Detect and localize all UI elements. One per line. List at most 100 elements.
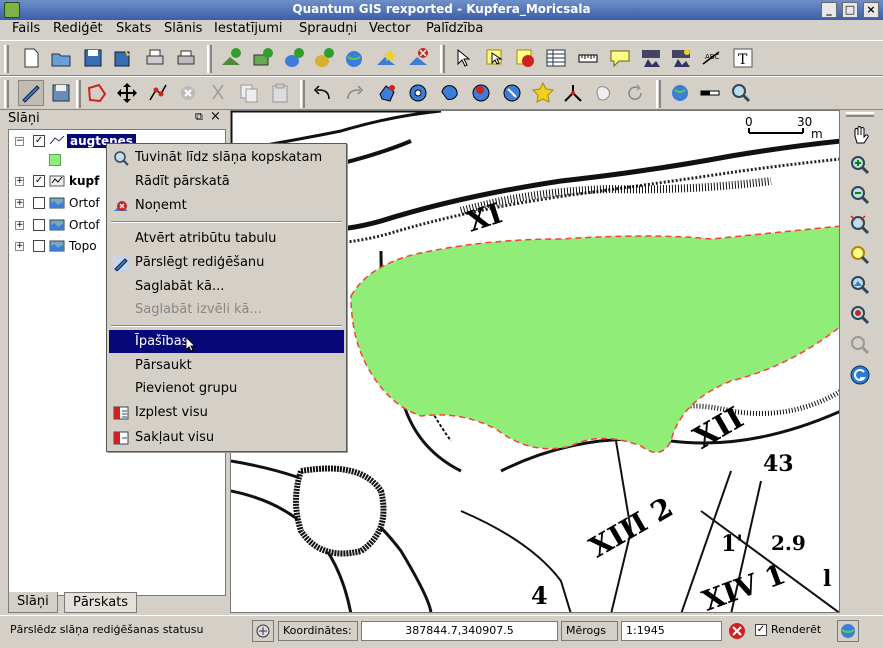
projection-icon[interactable] xyxy=(837,620,859,642)
menu-item-collapse-all[interactable]: Sakļaut visu xyxy=(109,426,344,449)
save-project-icon[interactable] xyxy=(80,45,106,71)
tab-layers[interactable]: Slāņi xyxy=(8,592,58,613)
deselect-icon[interactable] xyxy=(512,45,538,71)
menu-item-add-group[interactable]: Pievienot grupu xyxy=(109,377,344,400)
zoom-actual-icon[interactable] xyxy=(847,332,873,358)
tab-overview[interactable]: Pārskats xyxy=(64,592,138,613)
text-annotation-icon[interactable]: T xyxy=(730,45,756,71)
toolbar-grip[interactable] xyxy=(4,45,9,73)
window-titlebar[interactable]: Quantum GIS rexported - Kupfera_Moricsal… xyxy=(0,0,883,20)
delete-ring-icon[interactable] xyxy=(468,80,494,106)
node-tool-icon[interactable] xyxy=(145,80,171,106)
map-navigation-icon[interactable] xyxy=(667,80,693,106)
open-table-icon[interactable] xyxy=(543,45,569,71)
menu-iestatijumi[interactable]: Iestatījumi xyxy=(212,21,285,36)
select-icon[interactable] xyxy=(482,45,508,71)
add-vector-layer-icon[interactable] xyxy=(218,45,244,71)
coordinate-toggle-icon[interactable] xyxy=(252,620,274,642)
toolbar-grip[interactable] xyxy=(656,80,661,108)
menu-item-save-as[interactable]: Saglabāt kā... xyxy=(109,275,344,298)
layer-visibility-checkbox[interactable]: ✓ xyxy=(33,175,45,187)
measure-icon[interactable] xyxy=(575,45,601,71)
undo-icon[interactable] xyxy=(310,80,336,106)
menu-fails[interactable]: Fails xyxy=(10,21,42,36)
minimize-icon[interactable]: _ xyxy=(821,2,837,18)
menu-item-rename[interactable]: Pārsaukt xyxy=(109,354,344,377)
remove-layer-icon[interactable] xyxy=(405,45,431,71)
print-icon[interactable] xyxy=(173,45,199,71)
menu-slanis[interactable]: Slānis xyxy=(162,21,204,36)
pan-icon[interactable] xyxy=(847,122,873,148)
zoom-tool-icon[interactable] xyxy=(728,80,754,106)
add-wms-layer-icon[interactable] xyxy=(342,45,368,71)
scale-field[interactable]: 1:1945 xyxy=(621,621,722,641)
toggle-editing-icon[interactable] xyxy=(18,80,44,106)
zoom-last-icon[interactable] xyxy=(847,302,873,328)
zoom-in-icon[interactable] xyxy=(847,152,873,178)
move-feature-icon[interactable] xyxy=(114,80,140,106)
close-panel-icon[interactable]: × xyxy=(210,109,221,124)
redo-icon[interactable] xyxy=(341,80,367,106)
collapse-icon[interactable]: − xyxy=(15,137,24,146)
expand-icon[interactable]: + xyxy=(15,199,24,208)
identify-icon[interactable] xyxy=(452,45,478,71)
zoom-layer-icon[interactable] xyxy=(847,272,873,298)
menu-item-remove[interactable]: Noņemt xyxy=(109,194,344,217)
new-vector-layer-icon[interactable] xyxy=(373,45,399,71)
add-ring-icon[interactable] xyxy=(405,80,431,106)
menu-palidziba[interactable]: Palīdzība xyxy=(424,21,485,36)
float-panel-icon[interactable]: ⧉ xyxy=(195,110,203,124)
save-as-icon[interactable] xyxy=(110,45,136,71)
render-checkbox[interactable]: ✓ xyxy=(755,624,767,636)
toolbar-grip[interactable] xyxy=(846,112,874,117)
coordinates-field[interactable]: 387844.7,340907.5 xyxy=(361,621,558,641)
zoom-full-icon[interactable] xyxy=(847,212,873,238)
menu-skats[interactable]: Skats xyxy=(114,21,153,36)
new-bookmark-icon[interactable] xyxy=(668,45,694,71)
paste-features-icon[interactable] xyxy=(267,80,293,106)
cut-features-icon[interactable] xyxy=(205,80,231,106)
split-features-icon[interactable] xyxy=(560,80,586,106)
expand-icon[interactable]: + xyxy=(15,177,24,186)
copy-features-icon[interactable] xyxy=(236,80,262,106)
add-postgis-layer-icon[interactable] xyxy=(281,45,307,71)
menu-item-save-selection-as[interactable]: Saglabāt izvēli kā... xyxy=(109,298,344,321)
stop-render-icon[interactable] xyxy=(727,621,747,641)
expand-icon[interactable]: + xyxy=(15,221,24,230)
layer-visibility-checkbox[interactable] xyxy=(33,197,45,209)
capture-polygon-icon[interactable] xyxy=(84,80,110,106)
menu-item-expand-all[interactable]: Izplest visu xyxy=(109,401,344,424)
close-icon[interactable]: × xyxy=(863,2,879,18)
home-bookmark-icon[interactable] xyxy=(638,45,664,71)
delete-part-icon[interactable] xyxy=(499,80,525,106)
menu-item-show-in-overview[interactable]: Rādīt pārskatā xyxy=(109,170,344,193)
toolbar-grip[interactable] xyxy=(4,80,9,108)
print-composer-icon[interactable] xyxy=(142,45,168,71)
layer-visibility-checkbox[interactable]: ✓ xyxy=(33,135,45,147)
menu-spraudni[interactable]: Spraudņi xyxy=(297,21,359,36)
simplify-feature-icon[interactable] xyxy=(374,80,400,106)
label-icon[interactable]: ABC xyxy=(699,45,725,71)
toolbar-grip[interactable] xyxy=(440,45,445,73)
rotate-icon[interactable] xyxy=(622,80,648,106)
add-island-icon[interactable] xyxy=(437,80,463,106)
layer-visibility-checkbox[interactable] xyxy=(33,240,45,252)
menu-item-toggle-editing[interactable]: Pārslēgt rediģēšanu xyxy=(109,251,344,274)
add-spatialite-layer-icon[interactable] xyxy=(311,45,337,71)
toolbar-grip[interactable] xyxy=(76,80,81,108)
add-raster-layer-icon[interactable] xyxy=(250,45,276,71)
scale-bar-icon[interactable] xyxy=(697,80,723,106)
delete-selected-icon[interactable] xyxy=(175,80,201,106)
expand-icon[interactable]: + xyxy=(15,242,24,251)
refresh-icon[interactable] xyxy=(847,362,873,388)
new-project-icon[interactable] xyxy=(18,45,44,71)
reshape-icon[interactable] xyxy=(530,80,556,106)
menu-vector[interactable]: Vector xyxy=(367,21,412,36)
toolbar-grip[interactable] xyxy=(300,80,305,108)
menu-item-properties[interactable]: Īpašības xyxy=(109,330,344,353)
open-project-icon[interactable] xyxy=(48,45,74,71)
toolbar-grip[interactable] xyxy=(207,45,212,73)
zoom-selection-icon[interactable] xyxy=(847,242,873,268)
menu-item-open-attribute-table[interactable]: Atvērt atribūtu tabulu xyxy=(109,227,344,250)
save-edits-icon[interactable] xyxy=(48,80,74,106)
